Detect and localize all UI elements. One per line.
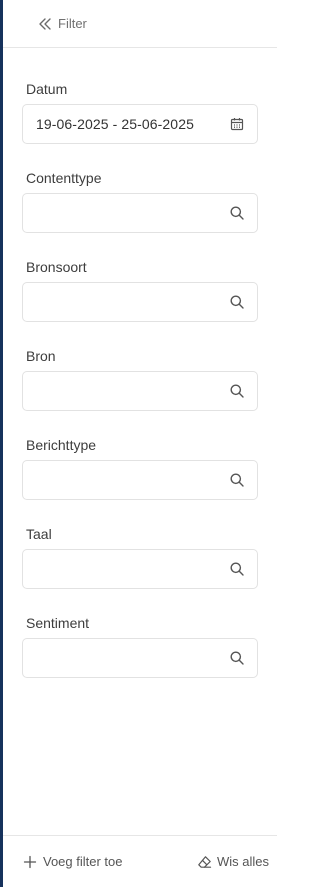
filter-berichttype: Berichttype [22,436,258,500]
berichttype-input[interactable] [22,460,258,500]
add-filter-label: Voeg filter toe [43,854,123,869]
filter-datum: Datum 19-06-2025 - 25-06-2025 [22,80,258,144]
double-chevron-left-icon [38,17,52,31]
plus-icon [23,855,37,869]
filter-label-datum: Datum [26,81,68,97]
filter-header[interactable]: Filter [3,0,277,48]
filter-list: Datum 19-06-2025 - 25-06-2025 Contenttyp… [3,80,277,678]
date-range-value: 19-06-2025 - 25-06-2025 [36,116,194,132]
sentiment-input[interactable] [22,638,258,678]
taal-input[interactable] [22,549,258,589]
eraser-icon [197,855,212,869]
search-icon [229,383,245,399]
bronsoort-input[interactable] [22,282,258,322]
filter-bronsoort: Bronsoort [22,258,258,322]
search-icon [229,650,245,666]
clear-all-button[interactable]: Wis alles [197,854,269,869]
search-icon [229,294,245,310]
filter-taal: Taal [22,525,258,589]
filter-footer: Voeg filter toe Wis alles [3,835,277,887]
bron-input[interactable] [22,371,258,411]
calendar-icon[interactable] [229,116,245,132]
add-filter-button[interactable]: Voeg filter toe [23,854,123,869]
filter-contenttype: Contenttype [22,169,258,233]
filter-label-bron: Bron [26,348,56,364]
filter-panel: Filter Datum 19-06-2025 - 25-06-2025 Con [3,0,277,887]
filter-label-bronsoort: Bronsoort [26,259,87,275]
filter-label-sentiment: Sentiment [26,615,90,631]
clear-all-label: Wis alles [216,854,269,869]
date-range-input[interactable]: 19-06-2025 - 25-06-2025 [22,104,258,144]
filter-label-contenttype: Contenttype [26,170,102,186]
contenttype-input[interactable] [22,193,258,233]
search-icon [229,472,245,488]
filter-sentiment: Sentiment [22,614,258,678]
filter-label-taal: Taal [26,526,52,542]
filter-bron: Bron [22,347,258,411]
search-icon [229,205,245,221]
filter-label-berichttype: Berichttype [26,437,97,453]
filter-title: Filter [58,16,87,31]
search-icon [229,561,245,577]
